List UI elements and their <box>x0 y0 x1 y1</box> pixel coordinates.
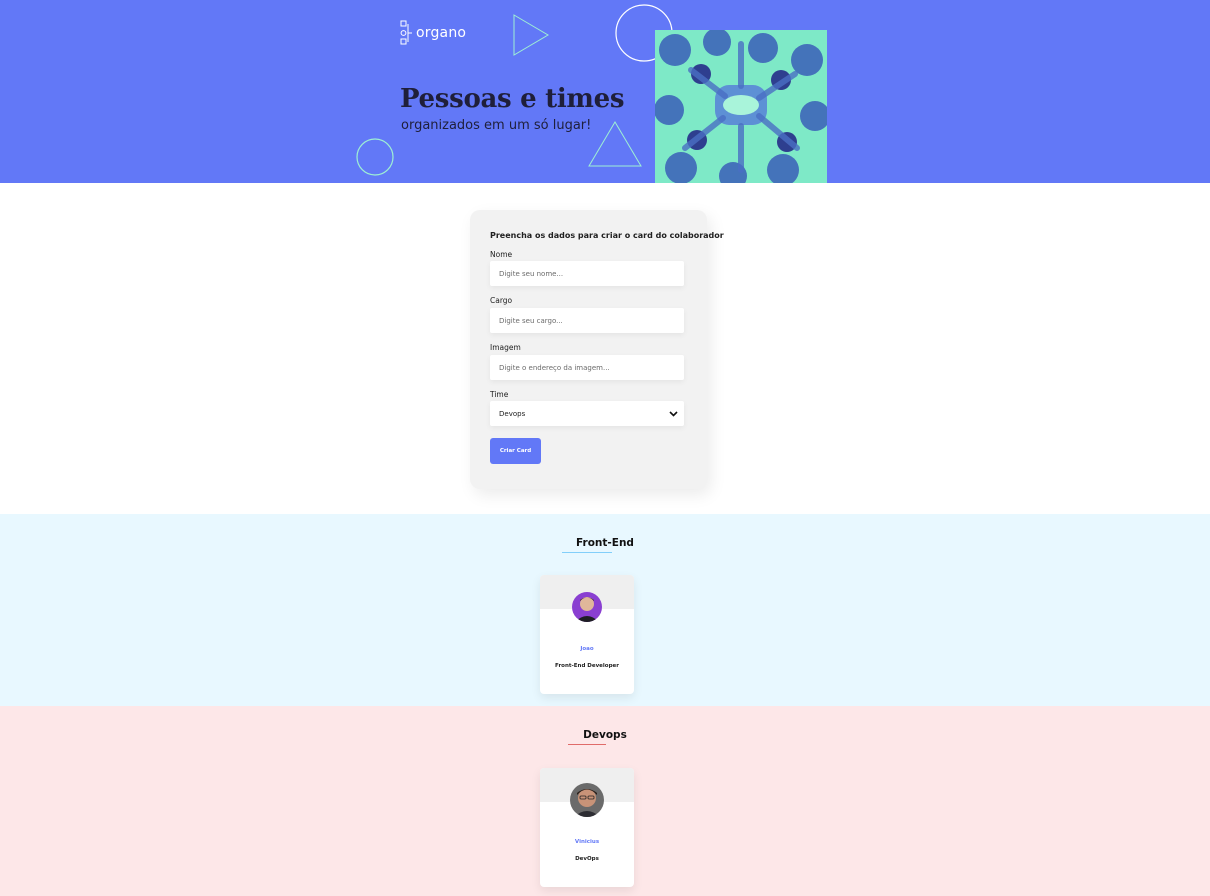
circle-outline-icon <box>356 138 394 176</box>
team-hands-photo-icon <box>655 30 827 183</box>
team-title-underline <box>568 744 606 745</box>
page-subtitle: organizados em um só lugar! <box>401 118 592 133</box>
team-section-front-end: Front-End Joao Front-End Developer <box>0 514 1210 706</box>
role-input[interactable]: Digite seu cargo... <box>490 308 684 333</box>
triangle-outline-icon <box>588 121 642 167</box>
name-input[interactable]: Digite seu nome... <box>490 261 684 286</box>
member-card: Vinicius DevOps <box>540 768 634 887</box>
logo: organo <box>400 20 466 46</box>
member-role: Front-End Developer <box>555 663 619 669</box>
create-card-button[interactable]: Criar Card <box>490 438 541 464</box>
team-section-devops: Devops Vinicius DevOps <box>0 706 1210 896</box>
team-select[interactable]: Devops <box>490 401 684 426</box>
team-title: Devops <box>583 729 627 741</box>
logo-text: organo <box>416 25 467 41</box>
page-title: Pessoas e times <box>400 84 625 114</box>
triangle-outline-icon <box>513 14 549 56</box>
image-url-input[interactable]: Digite o endereço da imagem... <box>490 355 684 380</box>
collaborator-form: Preencha os dados para criar o card do c… <box>470 210 724 489</box>
member-role: DevOps <box>575 856 599 862</box>
member-name: Vinicius <box>574 839 600 845</box>
team-title: Front-End <box>576 537 634 549</box>
person-avatar-icon <box>572 592 602 622</box>
chevron-down-icon <box>669 410 678 417</box>
member-name: Joao <box>580 646 594 652</box>
team-title-underline <box>562 552 612 553</box>
form-title: Preencha os dados para criar o card do c… <box>490 231 724 240</box>
name-label: Nome <box>490 250 513 259</box>
team-photo <box>655 30 827 183</box>
member-card: Joao Front-End Developer <box>540 575 634 694</box>
person-avatar-icon <box>570 783 604 817</box>
team-label: Time <box>490 390 509 399</box>
image-label: Imagem <box>490 343 521 352</box>
role-label: Cargo <box>490 296 513 305</box>
banner: organo Pessoas e times organizados em um… <box>0 0 1210 183</box>
avatar <box>570 783 604 817</box>
team-select-value: Devops <box>499 409 526 418</box>
logo-icon <box>400 20 412 45</box>
avatar <box>572 592 602 622</box>
